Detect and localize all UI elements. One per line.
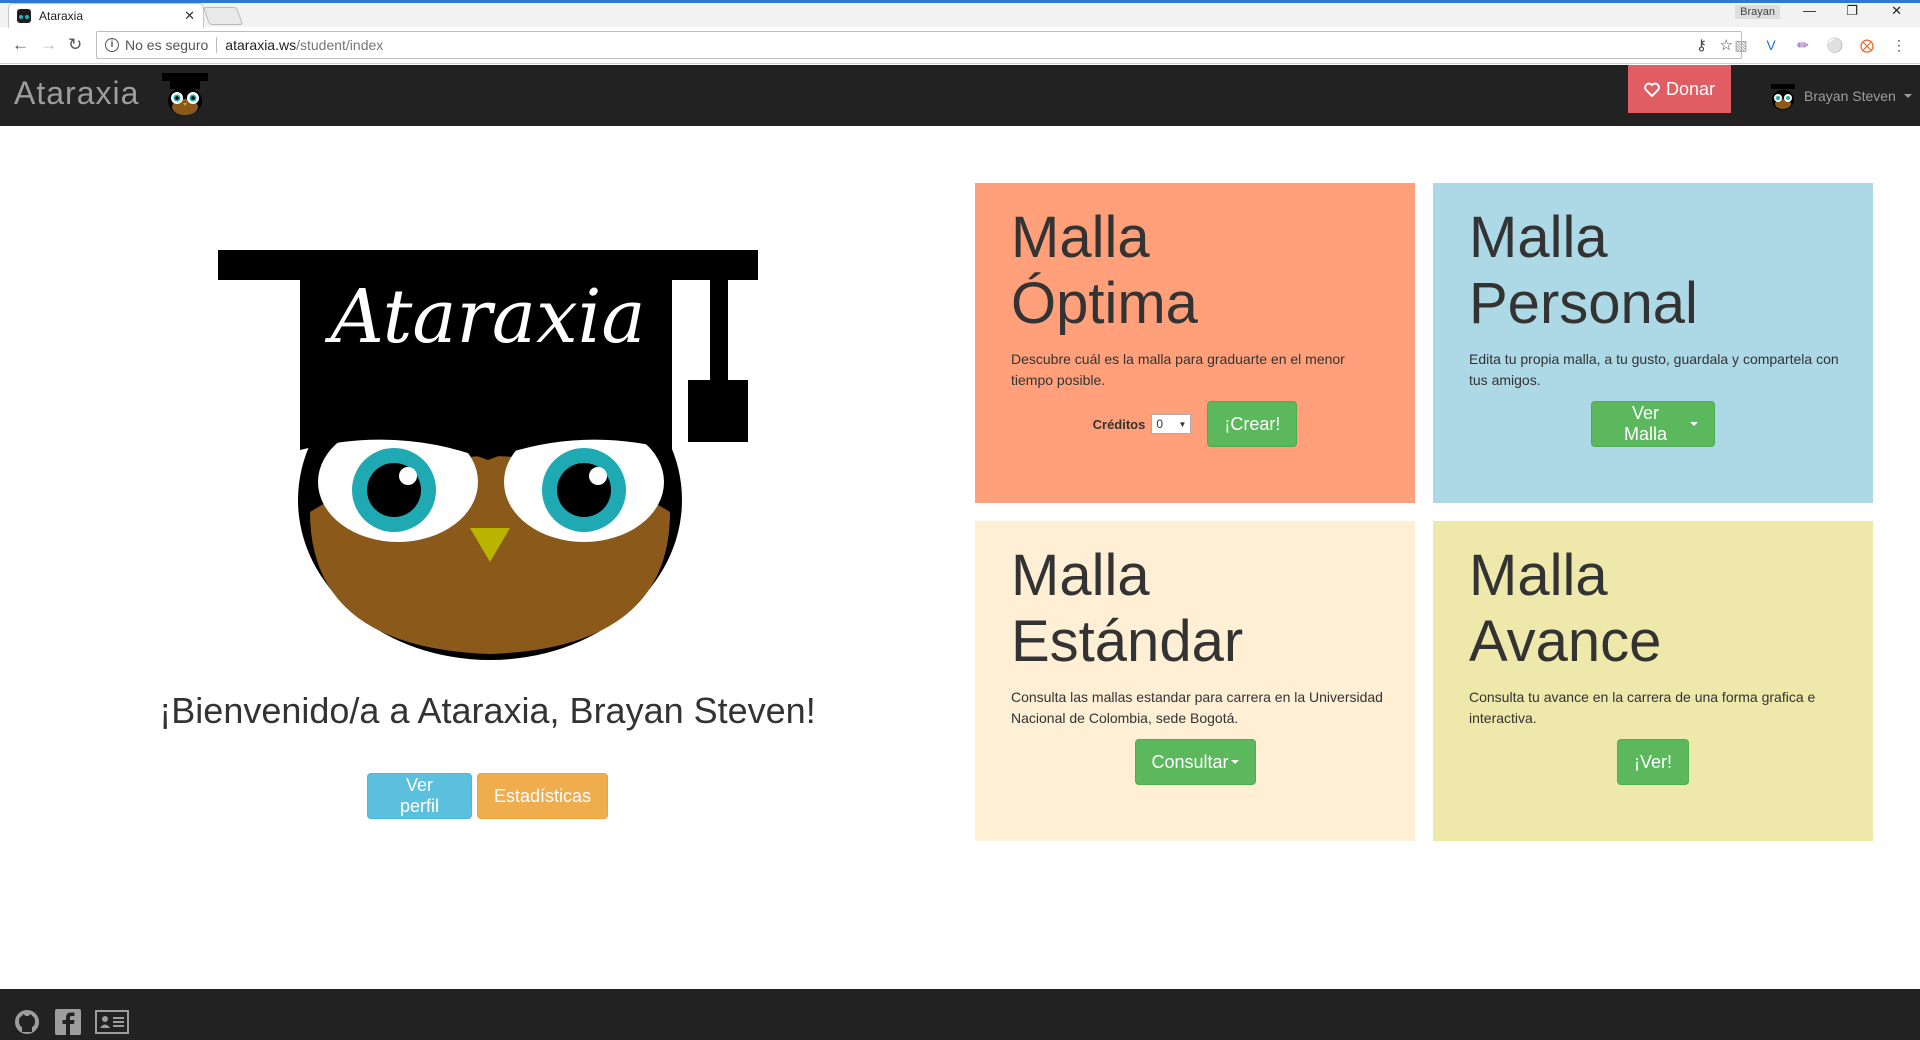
card-title: Malla Estándar — [1011, 543, 1379, 675]
donate-label: Donar — [1665, 78, 1716, 99]
card-title: Malla Avance — [1469, 543, 1837, 675]
welcome-heading: ¡Bienvenido/a a Ataraxia, Brayan Steven! — [159, 690, 816, 731]
chevron-down-icon — [1690, 422, 1698, 426]
url-path: /student/index — [296, 37, 384, 53]
card-title: Malla Óptima — [1011, 205, 1379, 337]
card-description: Descubre cuál es la malla para graduarte… — [1011, 351, 1345, 388]
minimize-icon[interactable]: — — [1803, 3, 1816, 18]
card-malla-optima: Malla Óptima Descubre cuál es la malla pa… — [975, 183, 1415, 503]
ataraxia-owl-logo: Ataraxia — [218, 250, 758, 660]
security-status: No es seguro — [125, 37, 209, 53]
card-title-line2: Estándar — [1011, 609, 1244, 674]
browser-tab[interactable]: Ataraxia ✕ — [8, 3, 204, 28]
logo-text: Ataraxia — [324, 274, 645, 360]
brand-name[interactable]: Ataraxia — [14, 75, 139, 112]
card-actions: Ver Malla — [1469, 401, 1837, 447]
card-title-line2: Avance — [1469, 609, 1662, 674]
view-progress-button[interactable]: ¡Ver! — [1617, 739, 1689, 785]
card-description: Consulta las mallas estandar para carrer… — [1011, 689, 1383, 726]
close-window-icon[interactable]: ✕ — [1891, 3, 1902, 19]
view-malla-button[interactable]: Ver Malla — [1591, 401, 1715, 447]
browser-toolbar: ← → ↻ i No es seguro ataraxia.ws/student… — [0, 28, 1920, 64]
card-actions: Créditos 0 ▼ ¡Crear! — [1011, 401, 1379, 447]
dropdown-arrow-icon: ▼ — [1178, 419, 1187, 429]
user-avatar — [1771, 84, 1795, 110]
new-tab-button[interactable] — [202, 7, 244, 25]
chrome-menu-icon[interactable]: ⋮ — [1890, 36, 1908, 54]
credits-value: 0 — [1156, 417, 1164, 431]
credits-select[interactable]: 0 ▼ — [1151, 414, 1192, 434]
reload-icon[interactable]: ↻ — [68, 35, 82, 55]
card-title-line1: Malla — [1011, 205, 1150, 270]
forward-icon[interactable]: → — [40, 35, 57, 55]
statistics-button[interactable]: Estadísticas — [477, 773, 608, 819]
consult-button[interactable]: Consultar — [1134, 739, 1256, 785]
heart-icon — [1644, 82, 1660, 97]
card-title: Malla Personal — [1469, 205, 1837, 337]
owl-logo-icon[interactable] — [160, 71, 210, 117]
url-text: ataraxia.ws/student/index — [225, 37, 383, 53]
user-name: Brayan Steven — [1804, 88, 1896, 104]
card-malla-estandar: Malla Estándar Consulta las mallas estand… — [975, 521, 1415, 841]
card-title-line2: Personal — [1469, 271, 1698, 336]
hero-actions: Ver perfil Estadísticas — [367, 773, 608, 819]
key-icon[interactable]: ⚷ — [1696, 37, 1707, 54]
create-button[interactable]: ¡Crear! — [1207, 401, 1298, 447]
extension-pen-icon[interactable]: ✏ — [1794, 36, 1812, 54]
omnibox-actions: ⚷ ☆ — [1696, 36, 1733, 54]
github-icon[interactable] — [13, 1008, 41, 1036]
extension-blocker-icon[interactable]: ⨂ — [1858, 36, 1876, 54]
credits-label: Créditos — [1092, 416, 1146, 432]
divider — [216, 37, 218, 53]
card-title-line1: Malla — [1469, 205, 1608, 270]
chevron-down-icon — [1230, 760, 1239, 764]
restore-icon[interactable]: ❐ — [1846, 3, 1858, 19]
url-host: ataraxia.ws — [225, 37, 297, 53]
extension-reader-icon[interactable]: ▧ — [1732, 36, 1750, 54]
card-malla-avance: Malla Avance Consulta tu avance en la car… — [1433, 521, 1873, 841]
donate-button[interactable]: Donar — [1628, 65, 1731, 113]
contact-card-icon[interactable] — [95, 1008, 129, 1036]
user-menu[interactable]: Brayan Steven — [1768, 81, 1912, 111]
browser-tab-strip: Ataraxia ✕ Brayan — ❐ ✕ — [0, 0, 1920, 28]
card-description: Edita tu propia malla, a tu gusto, guard… — [1469, 351, 1839, 388]
footer — [0, 989, 1920, 1040]
card-title-line1: Malla — [1011, 543, 1150, 608]
card-malla-personal: Malla Personal Edita tu propia malla, a t… — [1433, 183, 1873, 503]
tab-close-icon[interactable]: ✕ — [184, 8, 195, 24]
card-actions: ¡Ver! — [1469, 739, 1837, 785]
view-profile-button[interactable]: Ver perfil — [367, 773, 472, 819]
view-malla-label: Ver Malla — [1623, 403, 1667, 444]
window-user-badge[interactable]: Brayan — [1735, 5, 1780, 19]
consult-label: Consultar — [1151, 751, 1229, 772]
back-icon[interactable]: ← — [12, 35, 29, 55]
app-navbar: Ataraxia Donar Brayan Steven — [0, 65, 1920, 126]
extension-opera-icon[interactable]: ⚪ — [1826, 36, 1844, 54]
tab-title: Ataraxia — [39, 9, 84, 23]
card-actions: Consultar — [1011, 739, 1379, 785]
card-title-line1: Malla — [1469, 543, 1608, 608]
facebook-icon[interactable] — [54, 1008, 82, 1036]
owl-favicon-icon — [17, 9, 31, 23]
chevron-down-icon — [1903, 94, 1912, 98]
address-bar[interactable]: i No es seguro ataraxia.ws/student/index… — [96, 31, 1742, 59]
info-icon[interactable]: i — [105, 38, 119, 52]
extension-v-icon[interactable]: V — [1762, 36, 1780, 54]
card-title-line2: Óptima — [1011, 271, 1198, 336]
bookmark-star-icon[interactable]: ☆ — [1720, 37, 1733, 54]
card-description: Consulta tu avance en la carrera de una … — [1469, 689, 1816, 726]
